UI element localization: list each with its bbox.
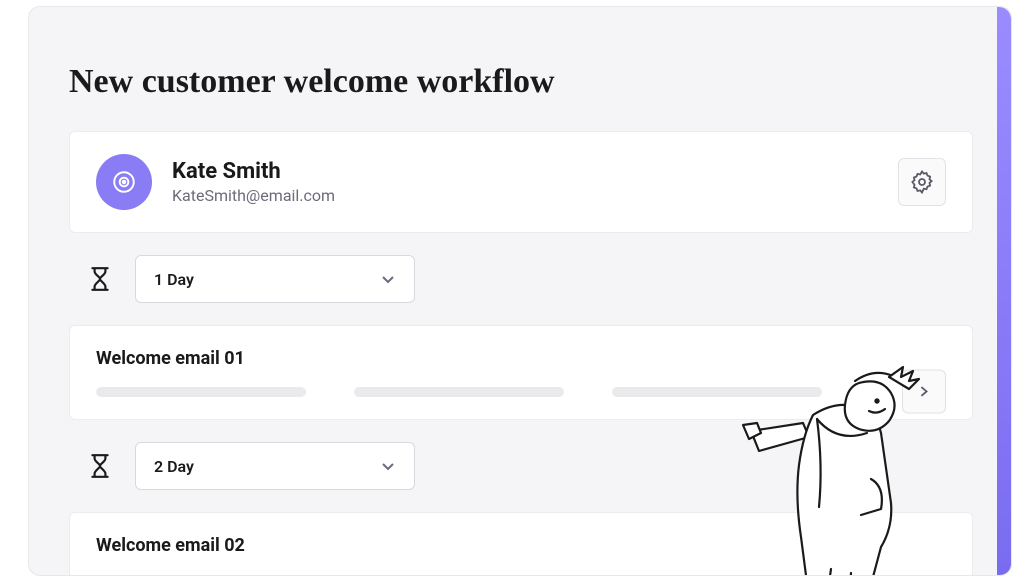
hourglass-icon (89, 452, 111, 480)
page-title: New customer welcome workflow (69, 63, 973, 101)
delay-select-1[interactable]: 1 Day (135, 255, 415, 303)
customer-card: Kate Smith KateSmith@email.com (69, 131, 973, 233)
decorative-right-accent (997, 7, 1011, 575)
hourglass-icon (89, 265, 111, 293)
email-step-title: Welcome email 02 (96, 535, 946, 556)
delay-select-value: 1 Day (154, 270, 194, 289)
chevron-right-icon (917, 384, 931, 398)
chevron-down-icon (380, 458, 396, 474)
placeholder-bar (96, 387, 306, 397)
content-placeholder-row (96, 387, 946, 397)
customer-name: Kate Smith (172, 159, 878, 184)
expand-email-button[interactable] (902, 369, 946, 413)
avatar-icon (111, 169, 137, 195)
settings-button[interactable] (898, 158, 946, 206)
customer-avatar (96, 154, 152, 210)
gear-icon (910, 170, 934, 194)
email-step-2: Welcome email 02 (69, 512, 973, 576)
app-frame: New customer welcome workflow Kate Smith… (28, 6, 1012, 576)
delay-select-value: 2 Day (154, 457, 194, 476)
email-step-title: Welcome email 01 (96, 348, 946, 369)
email-step-1: Welcome email 01 (69, 325, 973, 420)
placeholder-bar (612, 387, 822, 397)
chevron-down-icon (380, 271, 396, 287)
customer-info: Kate Smith KateSmith@email.com (172, 159, 878, 205)
placeholder-bar (354, 387, 564, 397)
delay-row-2: 2 Day (69, 442, 973, 490)
delay-select-2[interactable]: 2 Day (135, 442, 415, 490)
customer-email: KateSmith@email.com (172, 186, 878, 205)
delay-row-1: 1 Day (69, 255, 973, 303)
